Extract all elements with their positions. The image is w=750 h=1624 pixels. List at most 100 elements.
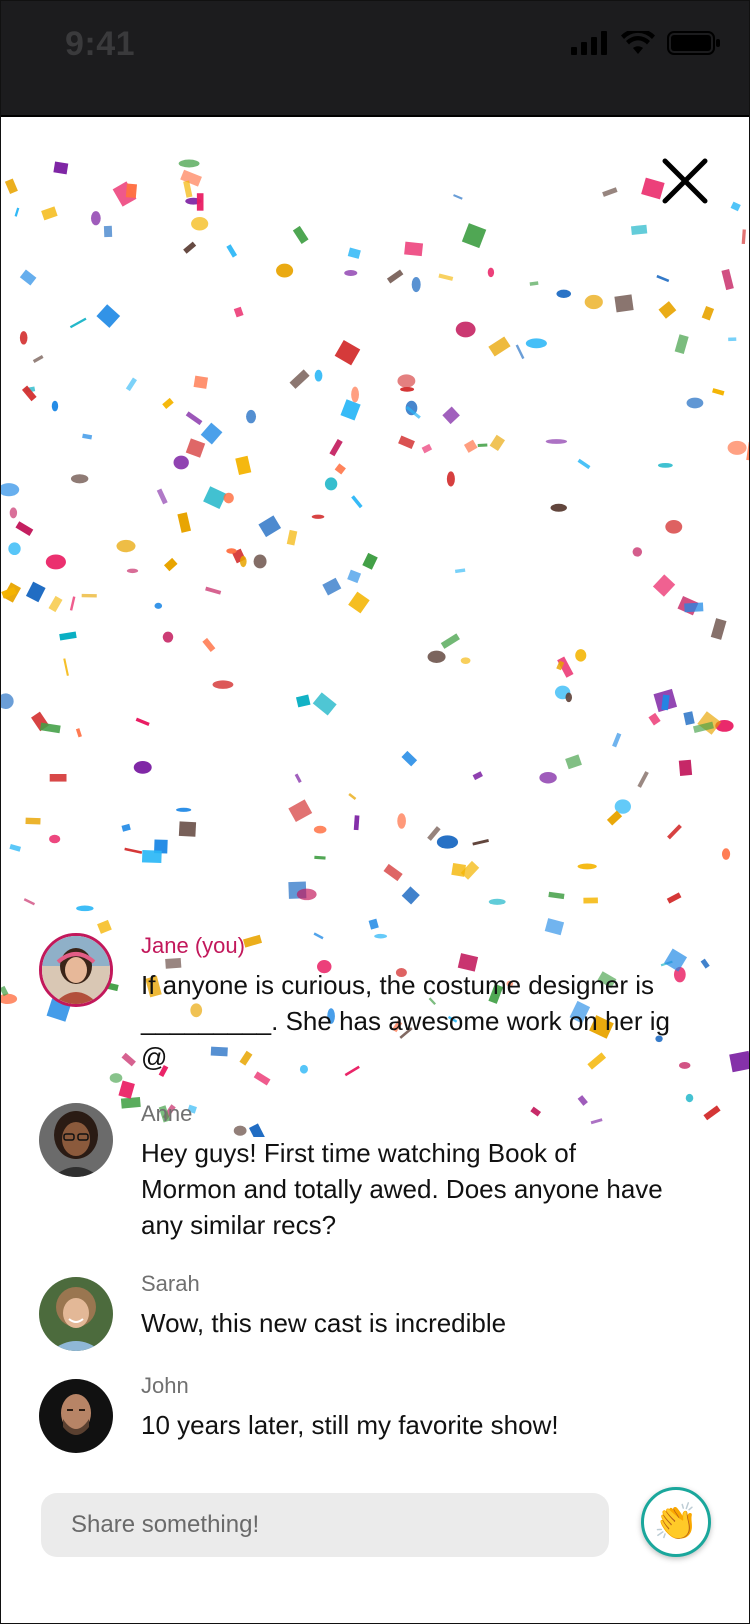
clap-reaction-button[interactable]: 👏: [641, 1487, 711, 1557]
avatar[interactable]: [39, 1379, 113, 1453]
confetti-piece: [69, 317, 87, 329]
confetti-piece: [677, 595, 699, 616]
confetti-piece: [728, 337, 737, 342]
confetti-piece: [200, 422, 223, 445]
close-icon: [662, 158, 708, 204]
close-button[interactable]: [659, 155, 711, 207]
confetti-piece: [529, 281, 539, 286]
confetti-piece: [440, 633, 460, 649]
confetti-piece: [347, 569, 362, 584]
confetti-piece: [163, 557, 178, 572]
confetti-piece: [351, 495, 363, 509]
confetti-piece: [313, 825, 327, 834]
confetti-piece: [648, 712, 661, 726]
confetti-piece: [202, 637, 216, 653]
confetti-piece: [173, 455, 189, 470]
confetti-piece: [23, 898, 36, 906]
cellular-signal-icon: [571, 31, 609, 60]
confetti-piece: [348, 792, 357, 801]
confetti-piece: [45, 554, 66, 570]
confetti-piece: [584, 294, 603, 310]
confetti-piece: [630, 224, 648, 235]
confetti-piece: [156, 488, 168, 505]
confetti-piece: [398, 435, 415, 450]
confetti-piece: [112, 181, 137, 207]
confetti-piece: [442, 406, 460, 425]
confetti-piece: [550, 503, 567, 512]
confetti-piece: [472, 839, 489, 846]
confetti-piece: [637, 771, 649, 788]
confetti-piece: [721, 269, 734, 291]
confetti-piece: [294, 773, 302, 784]
confetti-piece: [154, 839, 168, 854]
confetti-piece: [258, 515, 282, 538]
confetti-piece: [8, 542, 21, 556]
confetti-piece: [657, 462, 673, 468]
comment-message-line: _________. She has awesome work on her i…: [141, 1006, 671, 1036]
confetti-piece: [15, 521, 34, 536]
confetti-piece: [404, 241, 424, 257]
avatar[interactable]: [39, 1103, 113, 1177]
comment-message: If anyone is curious, the costume design…: [141, 967, 713, 1075]
avatar[interactable]: [39, 1277, 113, 1351]
confetti-piece: [176, 807, 192, 812]
confetti-piece: [703, 1105, 721, 1121]
confetti-piece: [82, 433, 93, 440]
comment-message-line: @: [141, 1042, 168, 1072]
confetti-piece: [348, 591, 370, 614]
confetti-piece: [223, 492, 234, 504]
confetti-piece: [120, 1096, 141, 1109]
confetti-piece: [386, 269, 404, 284]
confetti-piece: [32, 355, 44, 363]
clapping-hands-icon: 👏: [653, 1501, 699, 1542]
confetti-piece: [329, 438, 343, 457]
confetti-piece: [1, 586, 17, 599]
confetti-piece: [162, 631, 174, 643]
confetti-piece: [90, 211, 101, 226]
share-input[interactable]: [41, 1493, 609, 1557]
composer: [41, 1493, 609, 1557]
confetti-piece: [362, 552, 378, 570]
confetti-piece: [697, 711, 722, 735]
avatar[interactable]: [39, 933, 113, 1007]
confetti-piece: [353, 815, 360, 831]
confetti-piece: [436, 835, 459, 849]
confetti-piece: [109, 1073, 123, 1083]
confetti-piece: [488, 898, 506, 905]
confetti-piece: [455, 321, 476, 338]
confetti-piece: [81, 593, 97, 598]
confetti-piece: [684, 602, 704, 613]
confetti-piece: [397, 813, 406, 829]
confetti-piece: [76, 905, 94, 912]
confetti-piece: [692, 721, 714, 734]
confetti-piece: [9, 507, 18, 519]
confetti-piece: [446, 471, 455, 487]
confetti-piece: [660, 960, 673, 967]
confetti-piece: [710, 618, 727, 640]
confetti-piece: [125, 183, 138, 199]
confetti-piece: [665, 520, 683, 534]
confetti-piece: [288, 881, 307, 899]
confetti-piece: [666, 892, 682, 904]
confetti-piece: [312, 692, 337, 716]
confetti-piece: [53, 161, 69, 175]
confetti-piece: [488, 336, 511, 357]
confetti-piece: [397, 374, 416, 388]
comment-message-line: Hey guys! First time watching Book of: [141, 1138, 576, 1168]
confetti-piece: [70, 474, 89, 484]
confetti-piece: [686, 397, 704, 409]
confetti-piece: [427, 826, 441, 841]
confetti-piece: [69, 596, 76, 611]
confetti-piece: [583, 897, 598, 904]
confetti-piece: [656, 274, 670, 283]
confetti-piece: [311, 514, 325, 519]
confetti-piece: [683, 711, 695, 726]
battery-icon: [667, 31, 721, 60]
confetti-piece: [715, 720, 734, 732]
comment-message: Hey guys! First time watching Book of Mo…: [141, 1135, 713, 1243]
confetti-piece: [178, 159, 200, 168]
confetti-piece: [577, 458, 591, 470]
confetti-piece: [667, 824, 682, 840]
confetti-piece: [324, 477, 338, 491]
comment-author: John: [141, 1373, 189, 1398]
